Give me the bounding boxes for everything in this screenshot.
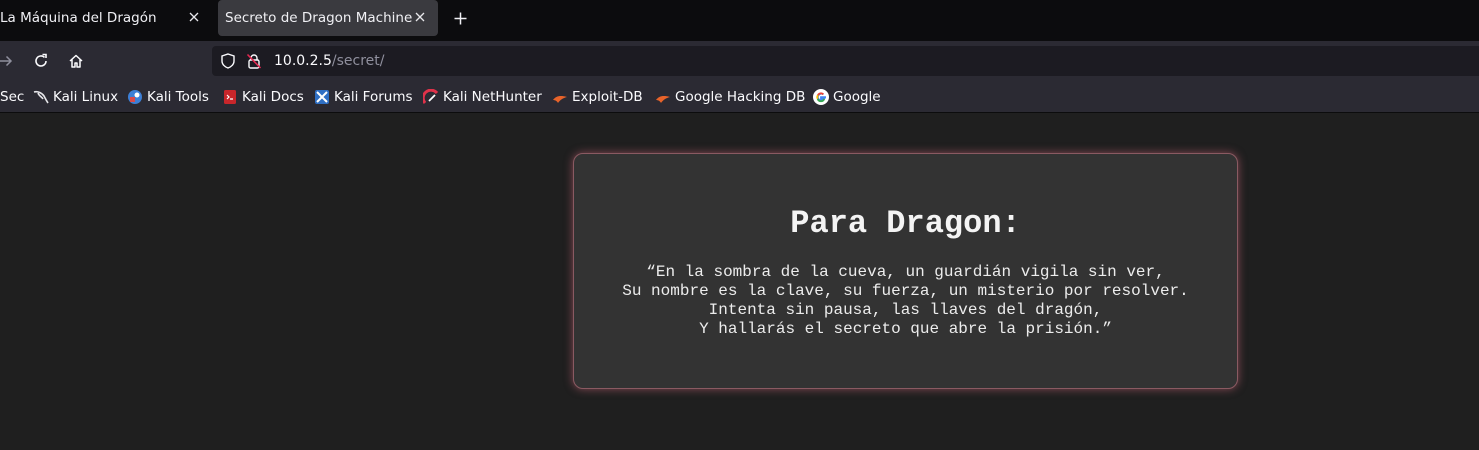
tab-strip: La Máquina del Dragón Secreto de Dragon … bbox=[0, 0, 1479, 41]
kali-forums-icon bbox=[314, 89, 330, 105]
poem-line: Y hallarás el secreto que abre la prisió… bbox=[699, 320, 1112, 338]
bookmark-label: Google bbox=[833, 88, 881, 105]
close-icon[interactable] bbox=[186, 9, 202, 25]
shield-icon[interactable] bbox=[220, 53, 236, 69]
bookmark-label: Exploit-DB bbox=[572, 88, 643, 105]
google-icon bbox=[813, 88, 829, 105]
bookmark-label: Kali Docs bbox=[242, 88, 304, 105]
secret-card: Para Dragon: “En la sombra de la cueva, … bbox=[573, 153, 1238, 389]
kali-docs-icon bbox=[222, 89, 238, 105]
tab-secreto-de-dragon-machine[interactable]: Secreto de Dragon Machine bbox=[218, 0, 438, 36]
bookmark-google-hacking-db[interactable]: Google Hacking DB bbox=[655, 88, 805, 105]
bookmark-exploit-db[interactable]: Exploit-DB bbox=[552, 88, 643, 105]
bookmark-kali-linux[interactable]: Kali Linux bbox=[33, 88, 118, 105]
browser-window: La Máquina del Dragón Secreto de Dragon … bbox=[0, 0, 1479, 450]
bookmark-label: Kali Tools bbox=[147, 88, 209, 105]
poem-line: Intenta sin pausa, las llaves del dragón… bbox=[708, 301, 1103, 319]
tab-title: Secreto de Dragon Machine bbox=[225, 10, 413, 26]
url-bar[interactable]: 10.0.2.5/secret/ bbox=[212, 46, 1479, 76]
kali-dragon-icon bbox=[33, 89, 49, 105]
bookmark-label: Kali Forums bbox=[334, 88, 413, 105]
nethunter-icon bbox=[423, 88, 439, 105]
poem-line: Su nombre es la clave, su fuerza, un mis… bbox=[622, 282, 1189, 300]
close-icon[interactable] bbox=[412, 9, 428, 25]
bookmark-kali-forums[interactable]: Kali Forums bbox=[314, 88, 413, 105]
bookmark-kali-nethunter[interactable]: Kali NetHunter bbox=[423, 88, 542, 105]
page-content: Para Dragon: “En la sombra de la cueva, … bbox=[0, 113, 1479, 450]
poem: “En la sombra de la cueva, un guardián v… bbox=[574, 263, 1237, 339]
bookmark-google[interactable]: Google bbox=[813, 88, 881, 105]
exploit-db-icon bbox=[552, 89, 568, 105]
ghdb-icon bbox=[655, 89, 671, 105]
tab-la-maquina-del-dragon[interactable]: La Máquina del Dragón bbox=[0, 0, 212, 36]
tab-title: La Máquina del Dragón bbox=[0, 10, 157, 26]
bookmark-label: Sec bbox=[0, 88, 25, 105]
url-path: /secret/ bbox=[331, 53, 385, 69]
home-icon[interactable] bbox=[66, 51, 86, 71]
bookmark-label: Kali Linux bbox=[53, 88, 119, 105]
reload-icon[interactable] bbox=[31, 51, 51, 71]
plus-icon[interactable] bbox=[450, 8, 470, 28]
bookmark-label: Google Hacking DB bbox=[675, 88, 806, 105]
insecure-lock-icon[interactable] bbox=[246, 53, 262, 69]
url-host: 10.0.2.5 bbox=[274, 53, 332, 69]
bookmark-label: Kali NetHunter bbox=[443, 88, 542, 105]
url-text[interactable]: 10.0.2.5/secret/ bbox=[274, 53, 384, 69]
poem-line: “En la sombra de la cueva, un guardián v… bbox=[646, 263, 1165, 281]
bookmark-sec[interactable]: Sec bbox=[0, 88, 24, 105]
kali-tools-icon bbox=[127, 89, 143, 105]
bookmark-kali-tools[interactable]: Kali Tools bbox=[127, 88, 209, 105]
page-title: Para Dragon: bbox=[790, 205, 1021, 242]
bookmark-kali-docs[interactable]: Kali Docs bbox=[222, 88, 304, 105]
navigation-bar: 10.0.2.5/secret/ bbox=[0, 41, 1479, 81]
bookmarks-toolbar: Sec Kali Linux Kali Tools Kali Docs Kali… bbox=[0, 81, 1479, 113]
arrow-right-icon[interactable] bbox=[0, 51, 16, 71]
